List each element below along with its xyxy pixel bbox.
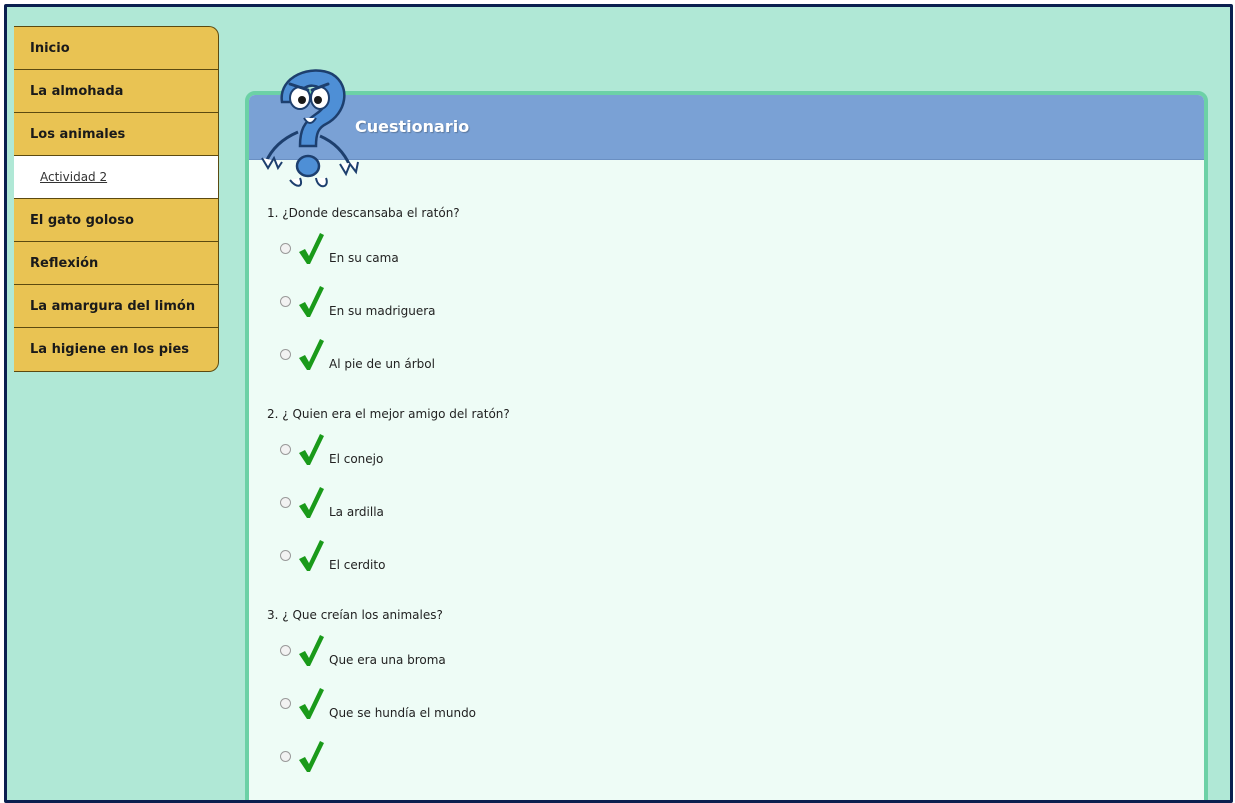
sidebar-item-inicio[interactable]: Inicio [14, 27, 218, 70]
checkmark-icon [299, 688, 324, 719]
radio-button[interactable] [280, 444, 291, 455]
sidebar-item-el-gato-goloso[interactable]: El gato goloso [14, 199, 218, 242]
checkmark-icon [299, 487, 324, 518]
checkmark-icon [299, 339, 324, 370]
question-text: 2. ¿ Quien era el mejor amigo del ratón? [267, 407, 510, 421]
option-label: Que se hundía el mundo [329, 706, 477, 720]
radio-button[interactable] [280, 751, 291, 762]
option-label: En su cama [329, 251, 399, 265]
option-label: El conejo [329, 452, 384, 466]
sidebar-item-los-animales[interactable]: Los animales [14, 113, 218, 156]
answer-option[interactable]: El conejo [267, 434, 1194, 491]
radio-button[interactable] [280, 349, 291, 360]
radio-button[interactable] [280, 645, 291, 656]
option-label: El cerdito [329, 558, 386, 572]
checkmark-icon [299, 233, 324, 264]
answer-option[interactable]: Al pie de un árbol [267, 339, 1194, 396]
sidebar-nav: Inicio La almohada Los animales Activida… [14, 26, 219, 372]
quiz-panel: Cuestionario 1. ¿Donde descansaba el rat… [245, 91, 1208, 800]
radio-button[interactable] [280, 296, 291, 307]
app-frame: Inicio La almohada Los animales Activida… [4, 4, 1233, 803]
checkmark-icon [299, 741, 324, 772]
checkmark-icon [299, 286, 324, 317]
question-text: 1. ¿Donde descansaba el ratón? [267, 206, 460, 220]
radio-button[interactable] [280, 497, 291, 508]
quiz-content: 1. ¿Donde descansaba el ratón? En su cam… [267, 203, 1194, 800]
panel-title: Cuestionario [355, 117, 470, 136]
sidebar-item-la-amargura-del-limon[interactable]: La amargura del limón [14, 285, 218, 328]
answer-option[interactable]: La ardilla [267, 487, 1194, 544]
checkmark-icon [299, 635, 324, 666]
checkmark-icon [299, 540, 324, 571]
sidebar-item-reflexion[interactable]: Reflexión [14, 242, 218, 285]
question-text: 3. ¿ Que creían los animales? [267, 608, 443, 622]
question-block: 2. ¿ Quien era el mejor amigo del ratón?… [267, 404, 1194, 597]
answer-option[interactable] [267, 741, 1194, 798]
radio-button[interactable] [280, 550, 291, 561]
answer-option[interactable]: En su cama [267, 233, 1194, 290]
option-label: En su madriguera [329, 304, 436, 318]
option-label: Que era una broma [329, 653, 446, 667]
sidebar-item-la-higiene-en-los-pies[interactable]: La higiene en los pies [14, 328, 218, 371]
radio-button[interactable] [280, 698, 291, 709]
answer-option[interactable]: Que era una broma [267, 635, 1194, 692]
question-mark-mascot-icon [261, 69, 359, 188]
option-label: Al pie de un árbol [329, 357, 435, 371]
answer-option[interactable]: El cerdito [267, 540, 1194, 597]
panel-header: Cuestionario [249, 95, 1204, 160]
option-label: La ardilla [329, 505, 384, 519]
sidebar-item-actividad-2[interactable]: Actividad 2 [14, 156, 218, 199]
answer-option[interactable]: En su madriguera [267, 286, 1194, 343]
sidebar-item-la-almohada[interactable]: La almohada [14, 70, 218, 113]
radio-button[interactable] [280, 243, 291, 254]
question-block: 3. ¿ Que creían los animales? Que era un… [267, 605, 1194, 798]
question-block: 1. ¿Donde descansaba el ratón? En su cam… [267, 203, 1194, 396]
checkmark-icon [299, 434, 324, 465]
answer-option[interactable]: Que se hundía el mundo [267, 688, 1194, 745]
